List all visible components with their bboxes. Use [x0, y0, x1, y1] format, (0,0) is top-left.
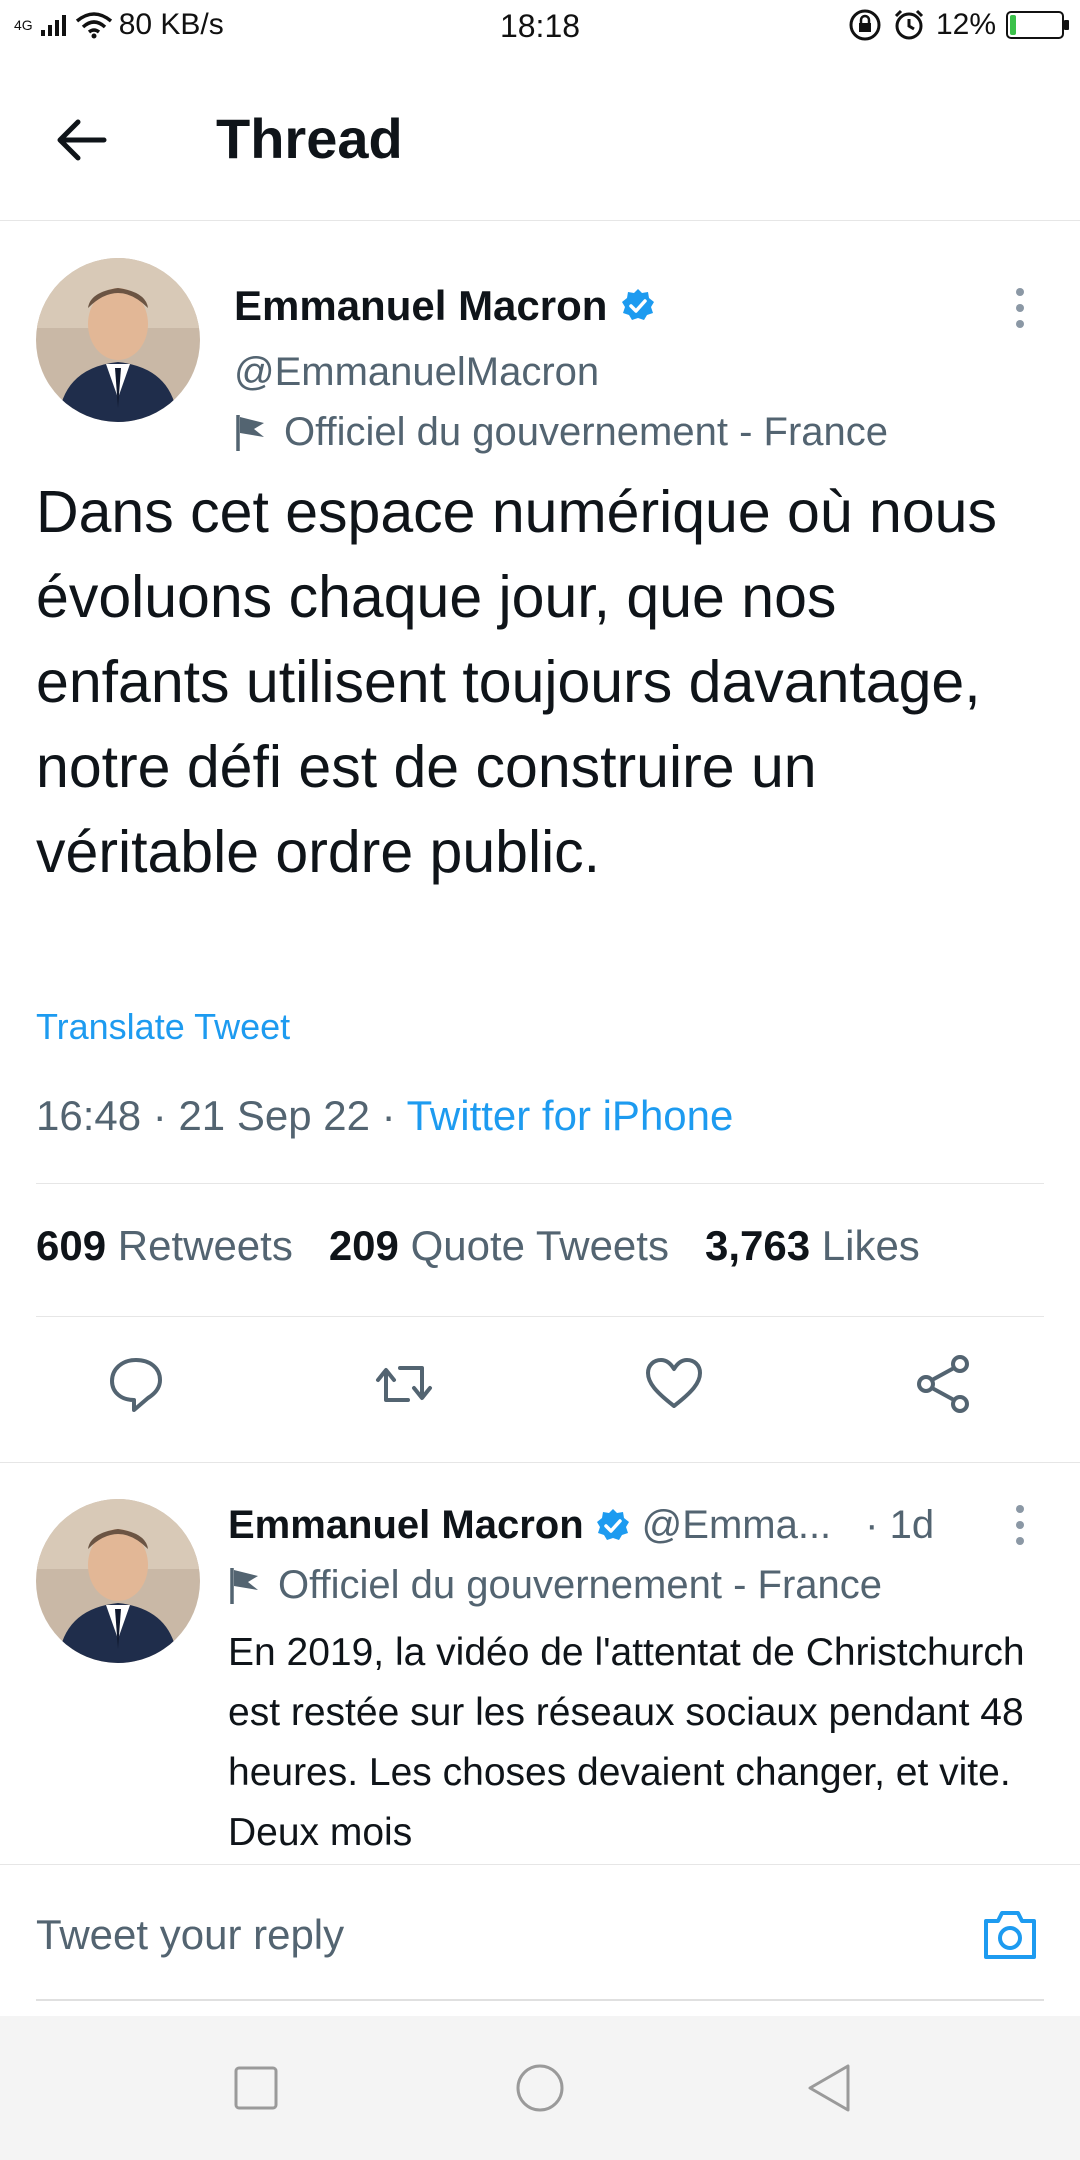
avatar-image	[36, 1499, 200, 1663]
avatar[interactable]	[36, 1499, 200, 1663]
divider	[36, 1183, 1044, 1184]
quotes-label: Quote Tweets	[410, 1222, 669, 1269]
reply-author-row: Emmanuel Macron @Emma... · 1d	[228, 1503, 934, 1548]
retweets-stat[interactable]: 609 Retweets	[36, 1222, 293, 1270]
author-name[interactable]: Emmanuel Macron	[234, 282, 607, 330]
status-right: 12%	[848, 8, 1069, 42]
battery-percent: 12%	[935, 8, 996, 41]
retweets-label: Retweets	[117, 1222, 293, 1269]
translate-link[interactable]: Translate Tweet	[36, 1006, 290, 1048]
tweet-stats: 609 Retweets 209 Quote Tweets 3,763 Like…	[36, 1222, 920, 1270]
battery-fill	[1010, 15, 1016, 35]
meta-separator: ·	[381, 1092, 396, 1139]
reply-government-label: Officiel du gouvernement - France	[228, 1563, 882, 1608]
avatar[interactable]	[36, 258, 200, 422]
government-label-text: Officiel du gouvernement - France	[284, 410, 889, 454]
reply-age: · 1d	[865, 1503, 935, 1547]
alarm-icon	[894, 9, 924, 40]
retweet-icon[interactable]	[372, 1352, 436, 1416]
tweet-source-link[interactable]: Twitter for iPhone	[407, 1092, 734, 1139]
government-label: Officiel du gouvernement - France	[234, 410, 888, 455]
reply-composer: Tweet your reply	[0, 1864, 1080, 2001]
status-bar: 4G 80 KB/s 18:18 12%	[0, 0, 1080, 58]
back-triangle-icon[interactable]	[804, 2062, 856, 2114]
tweet-time: 16:48	[36, 1092, 142, 1139]
quotes-stat[interactable]: 209 Quote Tweets	[329, 1222, 669, 1270]
author-row: Emmanuel Macron	[234, 282, 657, 330]
tweet-text: Dans cet espace numérique où nous évoluo…	[36, 479, 997, 885]
likes-count: 3,763	[704, 1222, 811, 1269]
reply-tweet-text: En 2019, la vidéo de l'attentat de Chris…	[228, 1631, 1025, 1854]
home-icon[interactable]	[514, 2062, 566, 2114]
system-nav-bar	[0, 2016, 1080, 2160]
recent-apps-icon[interactable]	[230, 2062, 282, 2114]
tweet-actions	[0, 1352, 1080, 1432]
flag-icon	[230, 1567, 258, 1604]
heart-icon[interactable]	[642, 1352, 706, 1416]
reply-input[interactable]: Tweet your reply	[36, 1911, 344, 1959]
page-title: Thread	[216, 107, 403, 170]
reply-author-name[interactable]: Emmanuel Macron	[228, 1503, 584, 1548]
tweet-meta: 16:48 · 21 Sep 22 · Twitter for iPhone	[36, 1092, 733, 1140]
flag-icon	[236, 414, 264, 451]
meta-separator: ·	[152, 1092, 167, 1139]
more-vertical-icon[interactable]	[1010, 286, 1030, 330]
reply-government-label-text: Officiel du gouvernement - France	[278, 1563, 883, 1607]
lock-rotation-icon	[849, 9, 881, 41]
camera-icon[interactable]	[980, 1907, 1040, 1963]
composer-divider	[36, 1999, 1044, 2001]
reply-author-handle[interactable]: @Emma...	[642, 1503, 832, 1548]
reply-tweet[interactable]: Emmanuel Macron @Emma... · 1d Officiel d…	[0, 1462, 1080, 1863]
retweets-count: 609	[36, 1222, 107, 1269]
likes-label: Likes	[821, 1222, 920, 1269]
reply-icon[interactable]	[104, 1352, 168, 1416]
arrow-left-icon[interactable]	[54, 112, 110, 168]
likes-stat[interactable]: 3,763 Likes	[705, 1222, 920, 1270]
thread-header: Thread	[0, 58, 1080, 221]
avatar-image	[36, 258, 200, 422]
tweet-date: 21 Sep 22	[178, 1092, 370, 1139]
author-handle[interactable]: @EmmanuelMacron	[234, 350, 599, 395]
divider	[36, 1316, 1044, 1317]
share-icon[interactable]	[912, 1352, 976, 1416]
verified-badge-icon	[622, 289, 655, 320]
quotes-count: 209	[328, 1222, 399, 1269]
verified-badge-icon	[596, 1508, 629, 1540]
more-vertical-icon[interactable]	[1010, 1503, 1030, 1547]
battery-icon	[1006, 11, 1069, 39]
